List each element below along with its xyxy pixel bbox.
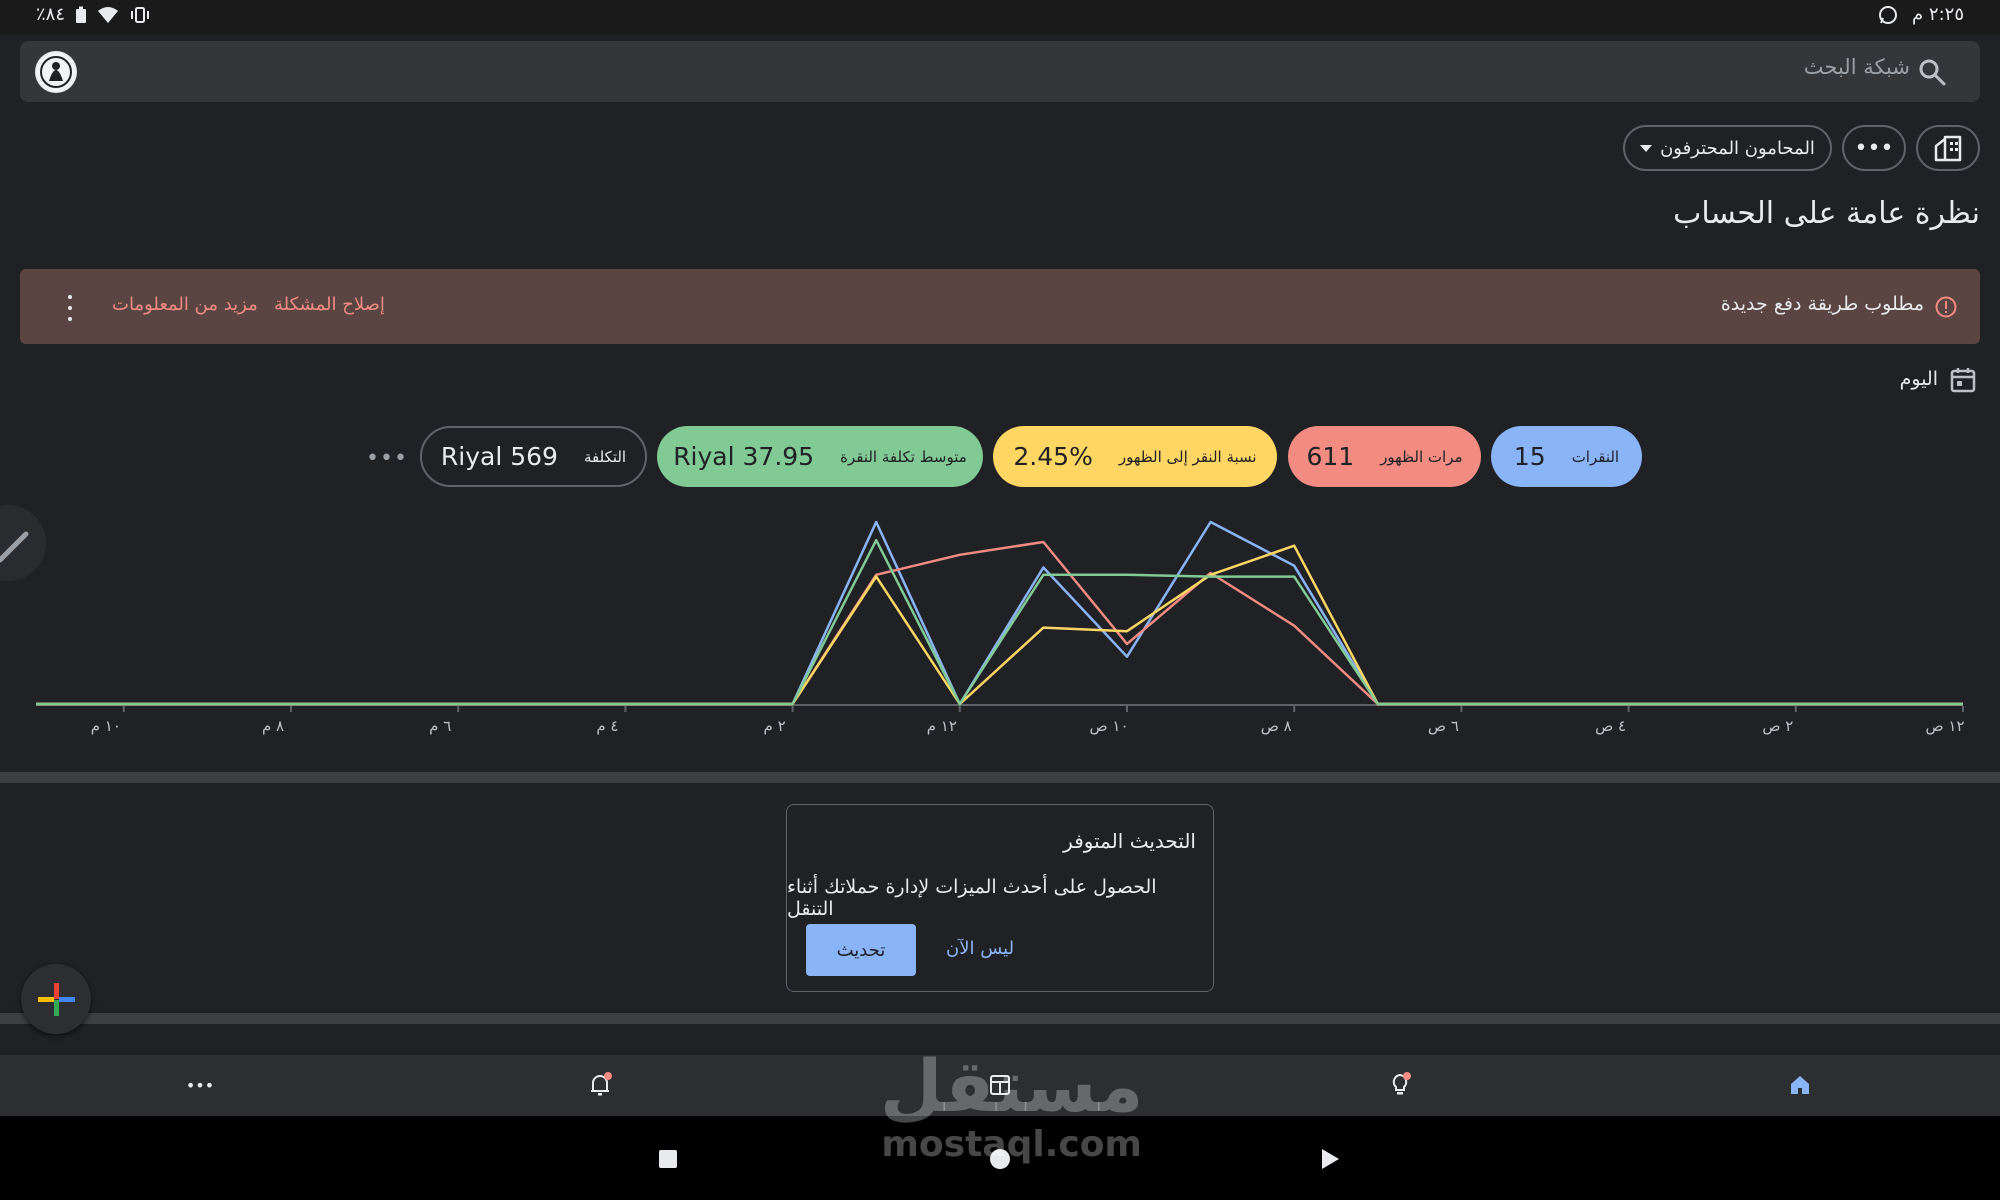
account-home-button[interactable]: [1916, 125, 1980, 171]
recents-icon[interactable]: [658, 1149, 678, 1169]
status-left: ٪٨٤: [36, 4, 151, 25]
alert-menu-icon[interactable]: [64, 295, 76, 321]
nav-recommendations[interactable]: [1384, 1069, 1416, 1101]
more-horiz-icon: •••: [185, 1075, 215, 1095]
x-tick-label: ١٢ م: [927, 717, 957, 735]
metric-chip-impressions[interactable]: 611 مرات الظهور: [1288, 426, 1481, 487]
watermark-arabic: مستقل: [880, 1044, 1144, 1128]
more-options-button[interactable]: •••: [1842, 125, 1906, 171]
status-time: ٢:٢٥ م: [1912, 4, 1964, 25]
watermark-latin: mostaql.com: [881, 1124, 1142, 1165]
dropdown-caret-icon: [1640, 144, 1653, 152]
update-card-body: الحصول على أحدث الميزات لإدارة حملاتك أث…: [787, 876, 1157, 920]
series-line-ctr: [36, 544, 1963, 706]
not-now-button[interactable]: ليس الآن: [946, 938, 1014, 959]
metric-value: Riyal 569: [440, 442, 558, 471]
battery-icon: [76, 6, 87, 23]
metric-chip-clicks[interactable]: 15 النقرات: [1491, 426, 1642, 487]
calendar-icon[interactable]: [1950, 367, 1976, 393]
update-button[interactable]: تحديث: [806, 924, 916, 976]
section-divider: [0, 1013, 2000, 1024]
metric-label: نسبة النقر إلى الظهور: [1118, 447, 1257, 466]
series-line-impressions: [36, 540, 1963, 706]
bell-icon: [591, 1072, 612, 1096]
section-divider: [0, 772, 2000, 783]
alert-message: مطلوب طريقة دفع جديدة: [1720, 293, 1924, 315]
x-tick-label: ١٠ ص: [1089, 717, 1128, 735]
x-tick-label: ٦ م: [429, 717, 451, 735]
performance-chart: ١٢ ص ٢ ص ٤ ص ٦ ص ٨ ص ١٠ ص ١٢ م ٢ م ٤ م ٦ م ٨ م ١٠ م: [36, 520, 1965, 735]
x-tick-label: ٨ ص: [1261, 717, 1292, 735]
avatar-image: [36, 52, 76, 92]
search-input[interactable]: شبكة البحث: [1804, 55, 1910, 79]
building-icon: [1934, 135, 1962, 162]
metric-label: النقرات: [1571, 447, 1620, 466]
wifi-icon: [98, 6, 119, 23]
more-horiz-icon: •••: [1854, 135, 1894, 161]
series-line-avg_cpc: [36, 538, 1963, 706]
metric-chip-ctr[interactable]: 2.45% نسبة النقر إلى الظهور: [993, 426, 1277, 487]
back-icon[interactable]: [1320, 1148, 1340, 1170]
fix-issue-link[interactable]: إصلاح المشكلة: [274, 294, 385, 315]
metric-value: 2.45%: [1013, 442, 1093, 471]
vibrate-icon: [131, 6, 150, 23]
account-name: المحامون المحترفون: [1660, 137, 1815, 159]
x-tick-label: ٢ ص: [1762, 717, 1793, 735]
metric-label: متوسط تكلفة النقرة: [840, 447, 967, 466]
x-tick-label: ١٠ م: [91, 717, 121, 735]
plus-icon: [38, 983, 75, 1016]
metric-label: التكلفة: [583, 447, 627, 466]
x-tick-label: ٤ م: [596, 717, 618, 735]
x-tick-label: ٤ ص: [1595, 717, 1626, 735]
lightbulb-icon: [1392, 1072, 1411, 1095]
more-metrics-icon[interactable]: •••: [366, 446, 408, 471]
nav-more[interactable]: •••: [184, 1069, 216, 1101]
metric-chip-avg-cpc[interactable]: Riyal 37.95 متوسط تكلفة النقرة: [657, 426, 983, 487]
account-selector[interactable]: المحامون المحترفون: [1623, 125, 1832, 171]
page-title: نظرة عامة على الحساب: [1673, 196, 1980, 231]
status-right: ٢:٢٥ م: [1878, 4, 1964, 25]
nav-home[interactable]: [1784, 1069, 1816, 1101]
date-range-label[interactable]: اليوم: [1900, 368, 1938, 390]
watermark: مستقل mostaql.com: [880, 1050, 1143, 1165]
more-info-link[interactable]: مزيد من المعلومات: [112, 294, 258, 315]
update-available-card: التحديث المتوفر الحصول على أحدث الميزات …: [786, 804, 1214, 992]
search-icon[interactable]: [1918, 58, 1946, 86]
payment-alert: مطلوب طريقة دفع جديدة إصلاح المشكلة مزيد…: [20, 269, 1980, 344]
status-bar: ٪٨٤ ٢:٢٥ م: [0, 0, 2000, 34]
x-tick-label: ٨ م: [262, 717, 284, 735]
battery-percent: ٪٨٤: [36, 4, 66, 25]
x-tick-label: ٦ ص: [1428, 717, 1459, 735]
metric-value: 15: [1513, 442, 1546, 471]
metric-value: Riyal 37.95: [673, 442, 815, 471]
metric-value: 611: [1306, 442, 1355, 471]
update-card-title: التحديث المتوفر: [1063, 829, 1196, 853]
x-tick-label: ٢ م: [764, 717, 786, 735]
error-icon: [1935, 296, 1957, 318]
whatsapp-icon: [1879, 5, 1898, 24]
create-fab[interactable]: [21, 964, 91, 1034]
home-icon: [1791, 1076, 1809, 1094]
metric-chip-cost[interactable]: Riyal 569 التكلفة: [420, 426, 647, 487]
nav-notifications[interactable]: [584, 1069, 616, 1101]
search-bar[interactable]: شبكة البحث: [20, 41, 1980, 102]
x-tick-label: ١٢ ص: [1925, 717, 1964, 735]
metric-label: مرات الظهور: [1380, 447, 1463, 466]
avatar[interactable]: [35, 51, 77, 93]
